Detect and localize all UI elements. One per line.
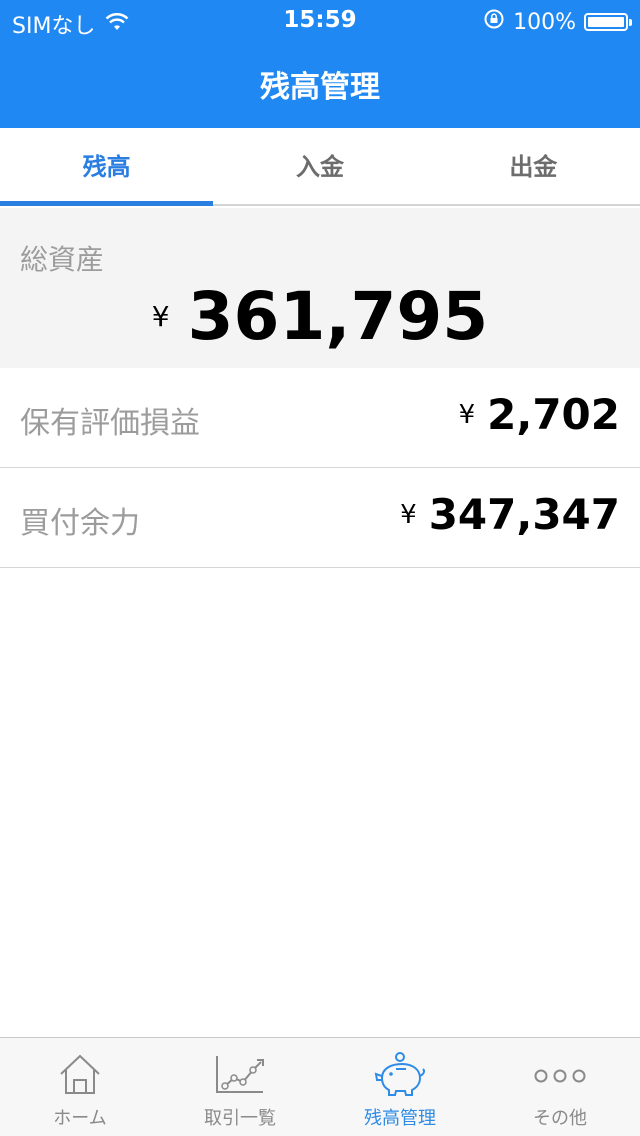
bottom-tab-bar: ホーム 取引一覧 残高管理 その他 xyxy=(0,1037,640,1136)
tab-home-label: ホーム xyxy=(53,1108,107,1129)
buying-power-row: 買付余力 ¥347,347 xyxy=(0,468,640,568)
buying-power-amount: ¥347,347 xyxy=(400,490,620,539)
header: SIMなし 15:59 100% 残高管理 xyxy=(0,0,640,128)
chart-line-icon xyxy=(216,1056,264,1093)
unrealized-pl-row: 保有評価損益 ¥2,702 xyxy=(0,368,640,468)
tab-transactions-label: 取引一覧 xyxy=(204,1108,276,1129)
buying-power-label: 買付余力 xyxy=(20,506,140,541)
tab-deposit[interactable]: 入金 xyxy=(213,128,426,204)
rotation-lock-icon xyxy=(483,8,505,36)
total-assets-panel: 総資産 ¥361,795 xyxy=(0,208,640,368)
unrealized-pl-label: 保有評価損益 xyxy=(20,406,200,441)
piggy-bank-icon xyxy=(374,1052,425,1096)
battery-percent: 100% xyxy=(513,9,576,35)
buying-power-value: 347,347 xyxy=(428,490,620,539)
tab-transactions[interactable]: 取引一覧 xyxy=(160,1038,320,1136)
tab-balance-management-label: 残高管理 xyxy=(364,1108,436,1129)
currency-symbol: ¥ xyxy=(458,399,476,430)
tab-more-label: その他 xyxy=(533,1108,587,1129)
more-dots-icon xyxy=(534,1069,586,1083)
total-assets-value: 361,795 xyxy=(187,278,489,355)
unrealized-pl-amount: ¥2,702 xyxy=(459,390,620,439)
home-icon xyxy=(60,1054,100,1094)
page-title: 残高管理 xyxy=(260,70,380,105)
tab-balance[interactable]: 残高 xyxy=(0,128,214,206)
status-bar: SIMなし 15:59 100% xyxy=(0,0,640,40)
unrealized-pl-value: 2,702 xyxy=(487,390,620,439)
currency-symbol: ¥ xyxy=(400,499,417,530)
tab-withdrawal[interactable]: 出金 xyxy=(427,128,640,204)
total-assets-amount: ¥361,795 xyxy=(0,278,640,355)
tab-more[interactable]: その他 xyxy=(480,1038,640,1136)
tab-home[interactable]: ホーム xyxy=(0,1038,160,1136)
tab-balance-management[interactable]: 残高管理 xyxy=(320,1038,480,1136)
currency-symbol: ¥ xyxy=(151,300,170,333)
battery-icon xyxy=(584,13,632,31)
segment-tabs: 残高 入金 出金 xyxy=(0,128,640,206)
total-assets-label: 総資産 xyxy=(20,243,105,276)
